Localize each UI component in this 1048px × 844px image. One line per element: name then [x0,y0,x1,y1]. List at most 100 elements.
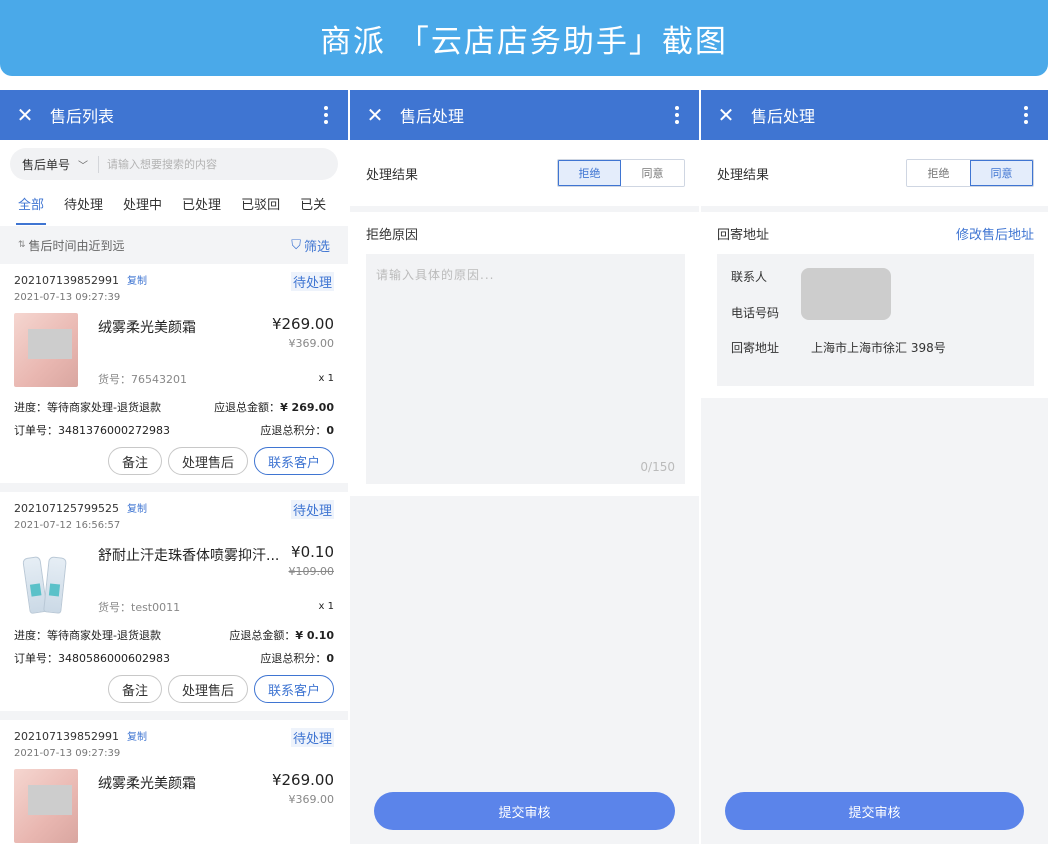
more-menu-icon[interactable] [669,106,685,124]
banner-title: 商派 「云店店务助手」截图 [0,0,1048,76]
status-badge: 待处理 [290,728,334,747]
original-price: ¥369.00 [288,793,335,806]
points-label: 应退总积分： [260,423,327,437]
handle-after-sale-button[interactable]: 处理售后 [168,447,248,475]
after-sale-list-screen: ✕ 售后列表 售后单号 ﹀ 请输入想要搜索的内容 全部 待处理 处理中 已处理 … [0,90,348,844]
reason-section: 拒绝原因 请输入具体的原因... 0/150 [350,212,699,496]
search-input[interactable]: 请输入想要搜索的内容 [107,156,217,172]
points-label: 应退总积分： [260,651,327,665]
tab-all[interactable]: 全部 [15,194,47,225]
tab-pending[interactable]: 待处理 [64,194,103,213]
order-id: 202107139852991 [14,730,119,743]
reason-textarea[interactable]: 请输入具体的原因... 0/150 [366,254,685,484]
original-price: ¥369.00 [288,337,335,350]
reject-option[interactable]: 拒绝 [907,160,970,186]
product-name: 绒雾柔光美颜霜 [98,776,196,792]
product-price: ¥269.00 [271,771,334,789]
contact-customer-button[interactable]: 联系客户 [254,447,334,475]
order-number: 订单号：3480586000602983 [14,651,170,665]
order-number: 订单号：3481376000272983 [14,423,170,437]
top-bar: ✕ 售后处理 [701,90,1048,140]
result-row: 处理结果 拒绝 同意 [701,140,1048,206]
char-counter: 0/150 [640,460,675,474]
redacted-contact [801,268,891,320]
submit-review-button[interactable]: 提交审核 [374,792,675,830]
order-card[interactable]: 202107139852991 复制 待处理 2021-07-13 09:27:3… [0,720,348,844]
product-sku: 货号：76543201 [98,373,187,386]
sort-icon: ⇅ [18,240,26,250]
chevron-down-icon: ﹀ [78,160,89,172]
reject-option[interactable]: 拒绝 [558,160,621,186]
progress-text: 进度：等待商家处理-退货退款 [14,628,161,642]
address-section: 回寄地址 修改售后地址 联系人 电话号码 回寄地址 上海市上海市徐汇 398号 [701,212,1048,398]
filter-icon: ⛉ [291,237,301,253]
submit-review-button[interactable]: 提交审核 [725,792,1024,830]
status-tabs: 全部 待处理 处理中 已处理 已驳回 已关 [0,180,348,226]
product-image [14,541,78,615]
search-box: 售后单号 ﹀ 请输入想要搜索的内容 [10,148,338,180]
reason-label: 拒绝原因 [366,227,419,243]
contact-customer-button[interactable]: 联系客户 [254,675,334,703]
filter-label: 筛选 [303,239,330,255]
close-icon[interactable]: ✕ [14,103,36,127]
after-sale-agree-screen: ✕ 售后处理 处理结果 拒绝 同意 回寄地址 修改售后地址 联系人 电话号码 回… [701,90,1048,844]
close-icon[interactable]: ✕ [715,103,737,127]
product-qty: x 1 [318,601,334,612]
copy-link[interactable]: 复制 [127,732,147,743]
order-card[interactable]: 202107139852991 复制 待处理 2021-07-13 09:27:3… [0,264,348,483]
search-section: 售后单号 ﹀ 请输入想要搜索的内容 [0,140,348,180]
refund-value: ¥ 0.10 [295,628,334,642]
edit-address-link[interactable]: 修改售后地址 [956,224,1034,243]
handle-after-sale-button[interactable]: 处理售后 [168,675,248,703]
result-toggle: 拒绝 同意 [906,159,1034,187]
copy-link[interactable]: 复制 [127,276,147,287]
status-badge: 待处理 [290,500,334,519]
sort-label: 售后时间由近到远 [28,238,125,253]
tab-processing[interactable]: 处理中 [123,194,162,213]
order-date: 2021-07-13 09:27:39 [14,748,121,759]
sort-toggle[interactable]: ⇅ 售后时间由近到远 [18,237,125,254]
tab-rejected[interactable]: 已驳回 [241,194,280,213]
filter-button[interactable]: ⛉ 筛选 [291,236,330,255]
phone-label: 电话号码 [731,306,780,320]
original-price: ¥109.00 [288,565,335,578]
product-sku: 货号：test0011 [98,601,181,614]
more-menu-icon[interactable] [318,106,334,124]
tab-processed[interactable]: 已处理 [182,194,221,213]
page-title: 售后处理 [751,107,816,126]
status-badge: 待处理 [290,272,334,291]
page-title: 售后处理 [400,107,465,126]
product-image [14,313,78,387]
product-name: 舒耐止汗走珠香体喷雾抑汗... [98,548,280,564]
product-price: ¥269.00 [271,315,334,333]
note-button[interactable]: 备注 [108,675,162,703]
points-value: 0 [326,651,334,665]
order-date: 2021-07-12 16:56:57 [14,520,121,531]
note-button[interactable]: 备注 [108,447,162,475]
close-icon[interactable]: ✕ [364,103,386,127]
agree-option[interactable]: 同意 [970,160,1033,186]
page-title: 售后列表 [50,107,115,126]
result-label: 处理结果 [366,167,419,183]
points-value: 0 [326,423,334,437]
agree-option[interactable]: 同意 [621,160,684,186]
product-name: 绒雾柔光美颜霜 [98,320,196,336]
order-date: 2021-07-13 09:27:39 [14,292,121,303]
search-type-select[interactable]: 售后单号 ﹀ [22,155,100,173]
result-row: 处理结果 拒绝 同意 [350,140,699,206]
return-address-value: 上海市上海市徐汇 398号 [811,341,946,355]
sort-bar: ⇅ 售后时间由近到远 ⛉ 筛选 [0,226,348,264]
address-box: 联系人 电话号码 回寄地址 上海市上海市徐汇 398号 [717,254,1034,386]
top-bar: ✕ 售后列表 [0,90,348,140]
after-sale-reject-screen: ✕ 售后处理 处理结果 拒绝 同意 拒绝原因 请输入具体的原因... 0/150… [350,90,699,844]
copy-link[interactable]: 复制 [127,504,147,515]
tab-closed[interactable]: 已关 [300,194,326,213]
search-type-label: 售后单号 [22,157,71,172]
order-card[interactable]: 202107125799525 复制 待处理 2021-07-12 16:56:5… [0,492,348,711]
order-id: 202107139852991 [14,274,119,287]
reason-placeholder: 请输入具体的原因... [376,268,495,282]
more-menu-icon[interactable] [1018,106,1034,124]
product-image [14,769,78,843]
product-qty: x 1 [318,373,334,384]
product-price: ¥0.10 [291,543,334,561]
